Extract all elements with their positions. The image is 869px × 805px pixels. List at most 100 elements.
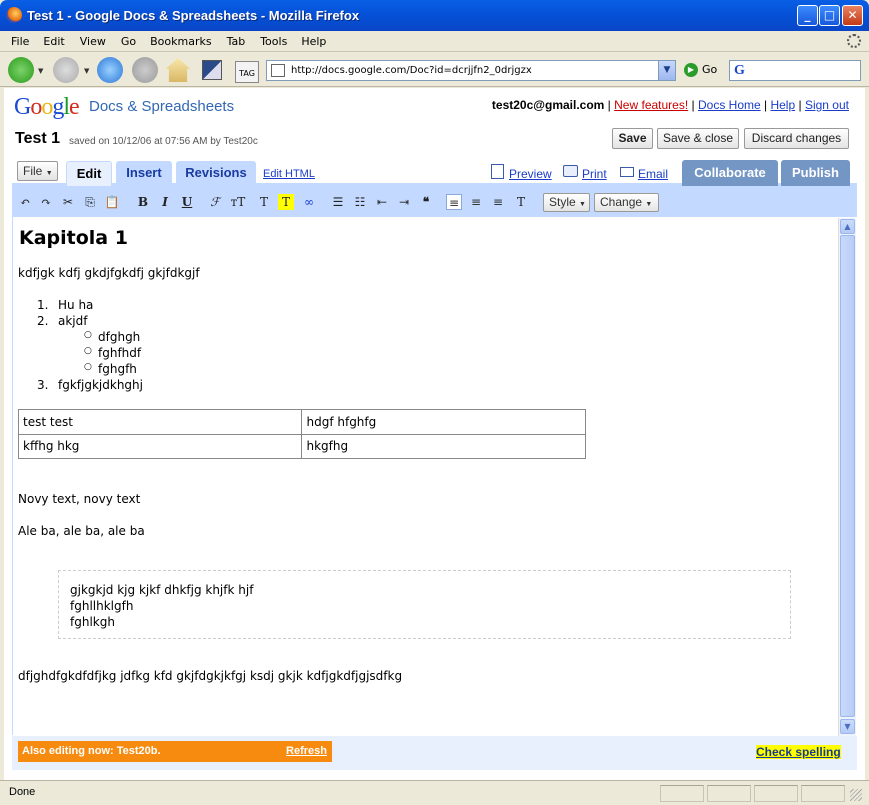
undo-icon[interactable]: ↶ bbox=[17, 194, 33, 210]
refresh-link[interactable]: Refresh bbox=[286, 741, 327, 762]
menu-go[interactable]: Go bbox=[121, 35, 136, 48]
text-color-icon[interactable]: T bbox=[256, 194, 272, 210]
scroll-thumb[interactable] bbox=[840, 235, 855, 717]
vertical-scrollbar[interactable]: ▲ ▼ bbox=[838, 218, 856, 736]
editor-area[interactable] bbox=[12, 217, 838, 735]
align-center-icon[interactable]: ≡ bbox=[468, 194, 484, 210]
print-link[interactable]: Print bbox=[582, 167, 607, 181]
menu-edit[interactable]: Edit bbox=[43, 35, 64, 48]
font-size-icon[interactable]: тT bbox=[228, 194, 248, 210]
list-item: Hu ha bbox=[58, 298, 94, 312]
forward-dropdown-icon[interactable]: ▼ bbox=[84, 67, 89, 75]
maximize-icon[interactable]: □ bbox=[819, 5, 840, 26]
publish-tab[interactable]: Publish bbox=[781, 160, 850, 186]
bullet-icon: ○ bbox=[84, 362, 92, 372]
go-button[interactable]: ▶ Go bbox=[684, 63, 717, 77]
also-editing-banner: Also editing now: Test20b. Refresh bbox=[18, 741, 332, 762]
menu-bookmarks[interactable]: Bookmarks bbox=[150, 35, 211, 48]
menu-view[interactable]: View bbox=[80, 35, 106, 48]
paragraph: Ale ba, ale ba, ale ba bbox=[18, 524, 145, 538]
preview-icon[interactable] bbox=[491, 164, 504, 179]
save-button[interactable]: Save bbox=[612, 128, 653, 149]
resize-grip-icon[interactable] bbox=[850, 789, 862, 801]
table-cell[interactable]: hdgf hfghfg bbox=[301, 409, 586, 435]
collaborate-tab[interactable]: Collaborate bbox=[682, 160, 778, 186]
tag-icon[interactable]: TAG bbox=[235, 61, 259, 83]
sub-list-item: fghgfh bbox=[98, 362, 137, 376]
save-close-button[interactable]: Save & close bbox=[657, 128, 739, 149]
indent-icon[interactable]: ⇥ bbox=[396, 194, 412, 210]
outdent-icon[interactable]: ⇤ bbox=[374, 194, 390, 210]
change-label: Change bbox=[600, 195, 643, 209]
print-icon[interactable] bbox=[563, 165, 578, 177]
email-link[interactable]: Email bbox=[638, 167, 668, 181]
italic-icon[interactable]: I bbox=[157, 194, 173, 210]
back-icon[interactable] bbox=[8, 57, 34, 83]
underline-icon[interactable]: U bbox=[179, 194, 195, 210]
check-spelling-link[interactable]: Check spelling bbox=[756, 745, 841, 759]
url-dropdown-icon[interactable]: ▼ bbox=[658, 61, 675, 80]
url-field[interactable]: http://docs.google.com/Doc?id=dcrjjfn2_0… bbox=[266, 60, 676, 81]
google-search-icon: G bbox=[734, 63, 745, 78]
status-cell bbox=[660, 785, 704, 802]
copy-icon[interactable]: ⎘ bbox=[82, 194, 98, 210]
file-menu-button[interactable]: File ▼ bbox=[17, 161, 58, 181]
bold-icon[interactable]: B bbox=[135, 194, 151, 210]
file-label: File bbox=[23, 164, 43, 178]
scroll-down-icon[interactable]: ▼ bbox=[840, 719, 855, 734]
paste-icon[interactable]: 📋 bbox=[104, 194, 120, 210]
edit-html-link[interactable]: Edit HTML bbox=[263, 168, 315, 180]
tab-edit[interactable]: Edit bbox=[66, 161, 112, 186]
search-field[interactable]: G bbox=[729, 60, 861, 81]
font-icon[interactable]: ℱ bbox=[207, 194, 223, 210]
preview-link[interactable]: Preview bbox=[509, 167, 552, 181]
scroll-up-icon[interactable]: ▲ bbox=[840, 219, 855, 234]
cut-icon[interactable]: ✂ bbox=[60, 194, 76, 210]
window-title: Test 1 - Google Docs & Spreadsheets - Mo… bbox=[27, 8, 360, 23]
extension-icon[interactable] bbox=[202, 60, 222, 80]
user-links: test20c@gmail.com | New features! | Docs… bbox=[491, 98, 849, 112]
document-title[interactable]: Test 1 bbox=[15, 130, 60, 148]
paragraph: kdfjgk kdfj gkdjfgkdfj gkjfdkgjf bbox=[18, 266, 200, 280]
close-icon[interactable]: ✕ bbox=[842, 5, 863, 26]
also-editing-text: Also editing now: Test20b. bbox=[22, 745, 161, 757]
help-link[interactable]: Help bbox=[770, 98, 795, 112]
minimize-icon[interactable]: _ bbox=[797, 5, 818, 26]
bulleted-list-icon[interactable]: ☷ bbox=[352, 194, 368, 210]
home-icon[interactable] bbox=[166, 58, 190, 82]
menu-tools[interactable]: Tools bbox=[260, 35, 287, 48]
tab-insert[interactable]: Insert bbox=[116, 161, 172, 186]
menu-help[interactable]: Help bbox=[301, 35, 326, 48]
remove-formatting-icon[interactable]: T bbox=[513, 194, 529, 210]
saved-info: saved on 10/12/06 at 07:56 AM by Test20c bbox=[69, 136, 258, 147]
blockquote-icon[interactable]: ❝ bbox=[418, 194, 434, 210]
align-right-icon[interactable]: ≡ bbox=[490, 194, 506, 210]
style-label: Style bbox=[549, 195, 576, 209]
tab-revisions[interactable]: Revisions bbox=[176, 161, 256, 186]
align-left-icon[interactable]: ≡ bbox=[446, 194, 462, 210]
menu-tab[interactable]: Tab bbox=[227, 35, 246, 48]
discard-changes-button[interactable]: Discard changes bbox=[744, 128, 849, 149]
forward-icon[interactable] bbox=[53, 57, 79, 83]
docs-home-link[interactable]: Docs Home bbox=[698, 98, 761, 112]
change-dropdown[interactable]: Change ▼ bbox=[594, 193, 659, 212]
table-cell[interactable]: kffhg hkg bbox=[17, 433, 303, 459]
table-cell[interactable]: test test bbox=[17, 409, 303, 435]
go-label: Go bbox=[702, 63, 718, 76]
email-icon[interactable] bbox=[620, 167, 634, 177]
sub-list-item: fghfhdf bbox=[98, 346, 142, 360]
back-dropdown-icon[interactable]: ▼ bbox=[38, 67, 43, 75]
table-cell[interactable]: hkgfhg bbox=[301, 433, 586, 459]
sign-out-link[interactable]: Sign out bbox=[805, 98, 849, 112]
new-features-link[interactable]: New features! bbox=[614, 98, 688, 112]
google-logo[interactable]: Google bbox=[14, 94, 80, 121]
link-icon[interactable]: ∞ bbox=[301, 194, 317, 210]
highlight-icon[interactable]: T bbox=[278, 194, 294, 210]
redo-icon[interactable]: ↷ bbox=[38, 194, 54, 210]
stop-icon[interactable] bbox=[132, 57, 158, 83]
style-dropdown[interactable]: Style ▼ bbox=[543, 193, 590, 212]
numbered-list-icon[interactable]: ☰ bbox=[330, 194, 346, 210]
menu-file[interactable]: File bbox=[11, 35, 29, 48]
url-text: http://docs.google.com/Doc?id=dcrjjfn2_0… bbox=[291, 65, 532, 76]
reload-icon[interactable] bbox=[97, 57, 123, 83]
